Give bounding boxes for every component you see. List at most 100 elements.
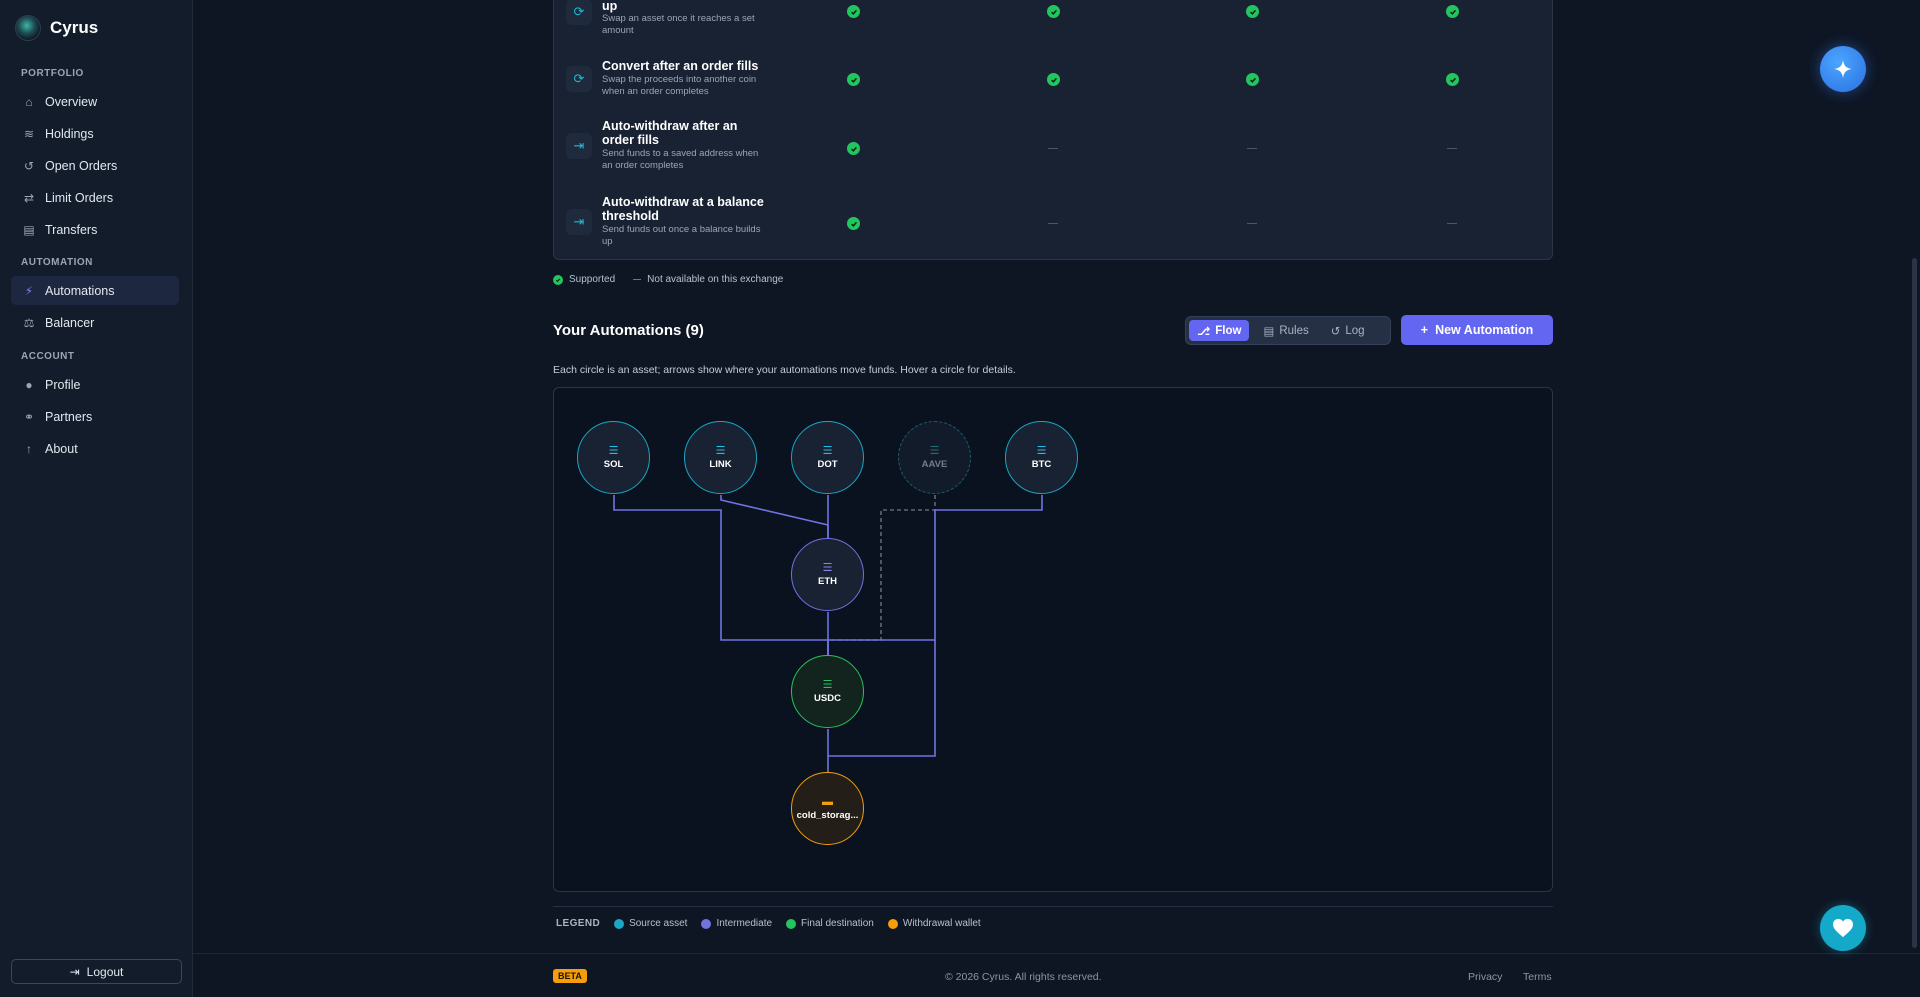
view-log-button[interactable]: ↺ Log — [1323, 320, 1373, 341]
sidebar-item-label: Overview — [45, 94, 98, 109]
sidebar: Cyrus PORTFOLIO ⌂ Overview ≋ Holdings ↺ … — [0, 0, 193, 997]
flow-node-dot[interactable]: ☰ DOT — [791, 421, 864, 494]
sidebar-item-limit-orders[interactable]: ⇄ Limit Orders — [11, 183, 179, 212]
feature-support-card: ⟳ up Swap an asset once it reaches a set… — [553, 0, 1553, 260]
sidebar-item-transfers[interactable]: ▤ Transfers — [11, 215, 179, 244]
legend-title: LEGEND — [556, 918, 601, 929]
history-icon: ↺ — [23, 158, 35, 173]
legend-item: Source asset — [614, 918, 687, 929]
assistant-button[interactable] — [1820, 46, 1866, 92]
logout-label: Logout — [86, 964, 124, 979]
feature-description: Send funds to a saved address when an or… — [602, 148, 759, 171]
sidebar-item-about[interactable]: ↑ About — [11, 434, 179, 463]
flow-node-label: cold_storag... — [796, 809, 859, 821]
sidebar-item-label: Holdings — [45, 126, 94, 141]
view-rules-button[interactable]: ▤ Rules — [1255, 320, 1316, 341]
logout-button[interactable]: ⇥ Logout — [11, 959, 182, 984]
new-automation-button[interactable]: + New Automation — [1401, 315, 1553, 345]
convert-icon: ⟳ — [566, 66, 592, 92]
sidebar-item-partners[interactable]: ⚭ Partners — [11, 402, 179, 431]
flow-node-aave[interactable]: ☰ AAVE — [898, 421, 971, 494]
sidebar-item-label: Transfers — [45, 222, 98, 237]
convert-icon: ⟳ — [566, 0, 592, 25]
terms-link[interactable]: Terms — [1523, 971, 1552, 983]
sidebar-item-automations[interactable]: ⚡ Automations — [11, 276, 179, 305]
check-circle-icon — [847, 5, 860, 18]
dash-icon — [1048, 223, 1058, 224]
user-icon: ● — [25, 377, 33, 392]
sidebar-item-label: Automations — [45, 283, 115, 298]
sidebar-item-profile[interactable]: ● Profile — [11, 370, 179, 399]
feature-title: Auto-withdraw at a balance threshold — [602, 195, 764, 223]
check-circle-icon — [1246, 73, 1259, 86]
legend-dot-icon — [887, 918, 898, 929]
check-circle-icon — [1047, 5, 1060, 18]
heart-icon — [1833, 918, 1853, 938]
home-icon: ⌂ — [25, 94, 33, 109]
sidebar-item-label: Partners — [45, 409, 93, 424]
dash-icon — [633, 279, 642, 280]
nav-section-account: ACCOUNT — [21, 351, 75, 362]
flow-node-eth[interactable]: ☰ ETH — [791, 538, 864, 611]
swap-arrows-icon: ⇄ — [23, 190, 35, 205]
scrollbar[interactable] — [1912, 258, 1917, 948]
sidebar-item-open-orders[interactable]: ↺ Open Orders — [11, 151, 179, 180]
legend-item: Withdrawal wallet — [887, 918, 981, 929]
flow-node-label: AAVE — [921, 458, 948, 470]
view-label: Log — [1345, 324, 1365, 337]
flow-node-label: DOT — [817, 458, 838, 470]
sidebar-item-label: Balancer — [45, 315, 95, 330]
sidebar-item-holdings[interactable]: ≋ Holdings — [11, 119, 179, 148]
dash-icon — [1247, 148, 1257, 149]
legend-supported: Supported — [569, 274, 616, 285]
handshake-icon: ⚭ — [23, 409, 35, 424]
coin-stack-icon: ☰ — [715, 444, 726, 457]
feedback-button[interactable] — [1820, 905, 1866, 951]
legend-label: Final destination — [801, 918, 874, 929]
flow-node-usdc[interactable]: ☰ USDC — [791, 655, 864, 728]
feature-description: Send funds out once a balance builds up — [602, 224, 761, 247]
withdraw-icon: ⇥ — [566, 209, 592, 235]
divider — [553, 906, 1553, 907]
feature-title: up — [602, 0, 618, 13]
withdraw-icon: ⇥ — [566, 133, 592, 159]
feature-title: Convert after an order fills — [602, 59, 759, 73]
dash-icon — [1447, 148, 1457, 149]
sidebar-item-label: Open Orders — [45, 158, 118, 173]
check-circle-icon — [847, 217, 860, 230]
dash-icon — [1247, 223, 1257, 224]
flow-node-btc[interactable]: ☰ BTC — [1005, 421, 1078, 494]
view-flow-button[interactable]: ⎇ Flow — [1189, 320, 1250, 341]
nav-section-portfolio: PORTFOLIO — [21, 68, 84, 79]
flow-node-label: LINK — [709, 458, 732, 470]
flow-node-label: ETH — [818, 575, 837, 587]
wallet-icon: ▬ — [822, 795, 833, 808]
check-circle-icon — [847, 73, 860, 86]
sidebar-item-label: About — [45, 441, 78, 456]
brand-logo-icon — [15, 15, 41, 41]
check-circle-icon — [1446, 73, 1459, 86]
bolt-icon: ⚡ — [24, 283, 34, 298]
coin-stack-icon: ☰ — [608, 444, 619, 457]
coin-stack-icon: ☰ — [822, 678, 833, 691]
coin-stack-icon: ☰ — [929, 444, 940, 457]
flow-node-sol[interactable]: ☰ SOL — [577, 421, 650, 494]
flow-node-link[interactable]: ☰ LINK — [684, 421, 757, 494]
view-label: Rules — [1279, 324, 1309, 337]
sidebar-item-balancer[interactable]: ⚖ Balancer — [11, 308, 179, 337]
flow-hint: Each circle is an asset; arrows show whe… — [553, 364, 1016, 376]
flow-node-cold-storage[interactable]: ▬ cold_storag... — [791, 772, 864, 845]
brand[interactable]: Cyrus — [15, 15, 98, 41]
beta-badge: BETA — [553, 969, 587, 983]
flow-edge-link-to-eth — [720, 495, 829, 538]
sidebar-item-overview[interactable]: ⌂ Overview — [11, 87, 179, 116]
privacy-link[interactable]: Privacy — [1468, 971, 1502, 983]
legend-dot-icon — [786, 918, 797, 929]
view-toggle: ⎇ Flow ▤ Rules ↺ Log — [1185, 316, 1391, 345]
flow-node-label: BTC — [1031, 458, 1052, 470]
feature-description: Swap the proceeds into another coin when… — [602, 74, 757, 97]
nav-section-automation: AUTOMATION — [21, 257, 93, 268]
feature-title: Auto-withdraw after an order fills — [602, 119, 738, 147]
coin-stack-icon: ☰ — [1036, 444, 1047, 457]
check-circle-icon — [1446, 5, 1459, 18]
